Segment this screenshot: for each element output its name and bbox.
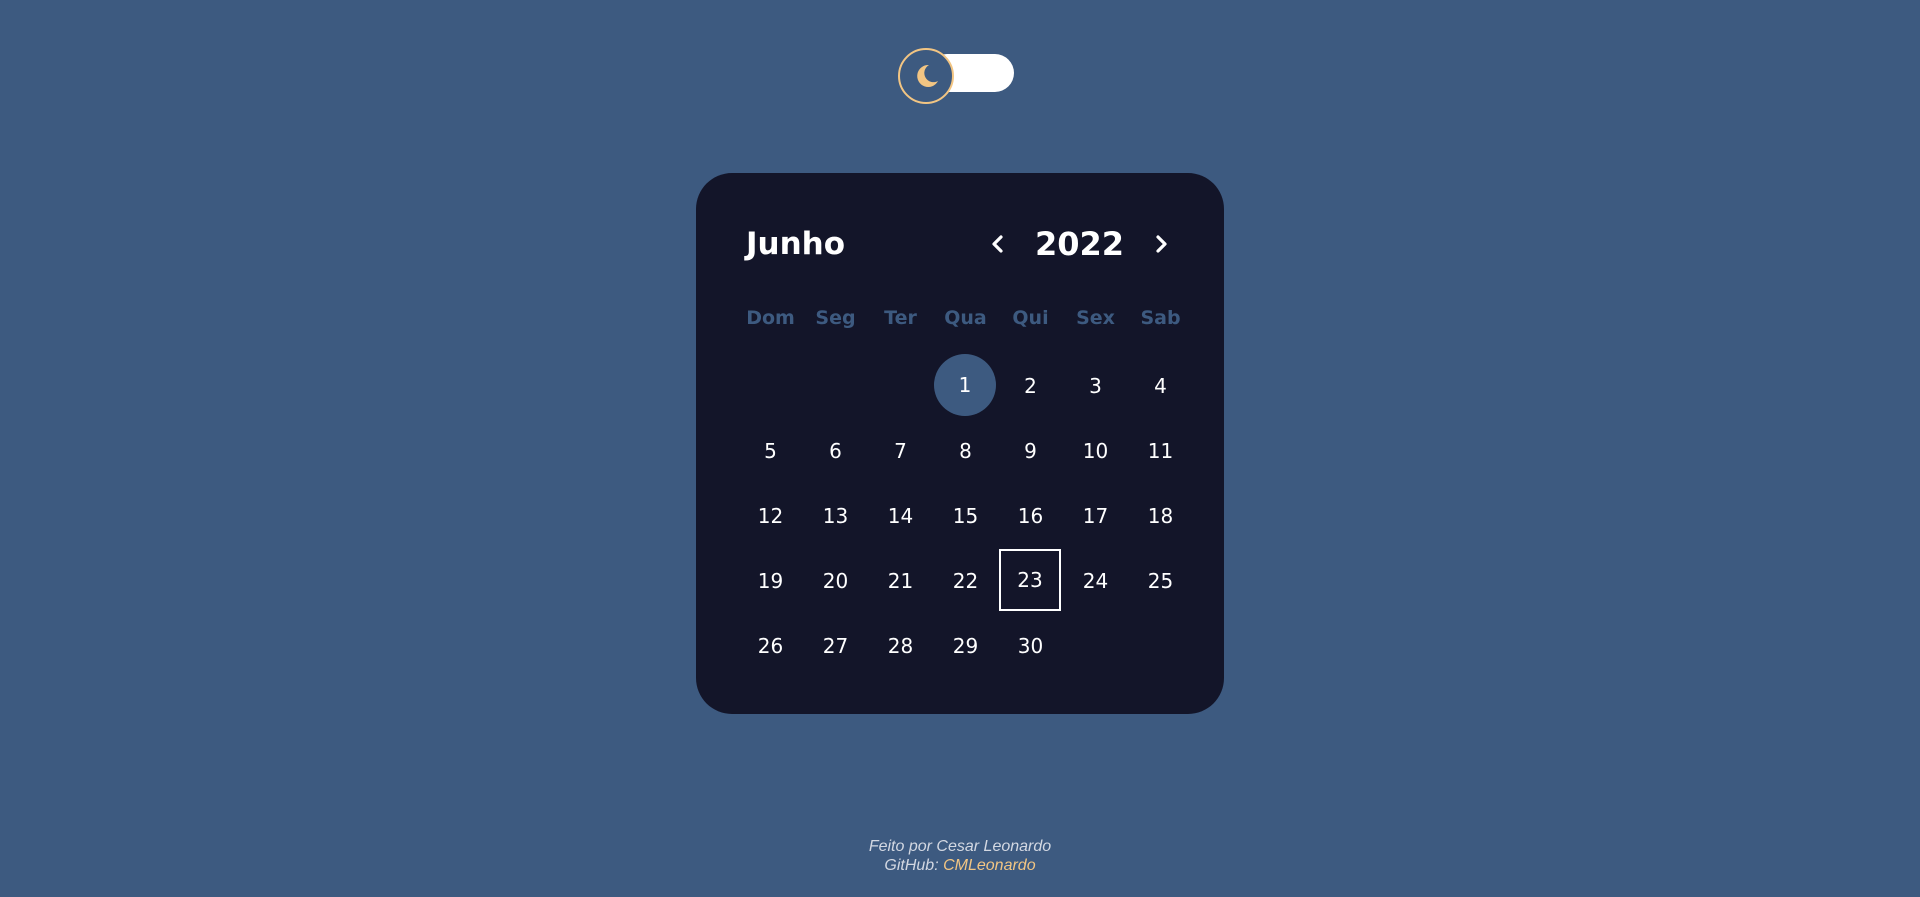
day-cell-empty [738,353,803,418]
weekday-label: Qui [1012,307,1049,329]
days-grid: 1 2 3 4 5 6 7 8 9 10 11 12 13 14 15 16 17 18 19 20 21 22 23 24 2… [738,353,1193,678]
weekday-label: Qua [944,307,987,329]
day-cell[interactable]: 11 [1128,418,1193,483]
day-cell[interactable]: 22 [933,548,998,613]
github-label: GitHub: [884,857,939,874]
day-cell[interactable]: 3 [1063,353,1128,418]
theme-toggle[interactable] [898,48,1016,108]
weekday-label: Sab [1140,307,1181,329]
day-cell-empty [803,353,868,418]
day-cell[interactable]: 12 [738,483,803,548]
day-cell[interactable]: 14 [868,483,933,548]
day-cell[interactable]: 25 [1128,548,1193,613]
calendar-header: Junho 2022 [746,221,1176,267]
day-cell[interactable]: 19 [738,548,803,613]
chevron-left-icon [992,235,1003,253]
weekday-label: Sex [1076,307,1115,329]
day-cell[interactable]: 20 [803,548,868,613]
weekday-label: Seg [815,307,856,329]
day-cell[interactable]: 21 [868,548,933,613]
day-cell[interactable]: 16 [998,483,1063,548]
day-cell[interactable]: 30 [998,613,1063,678]
day-cell[interactable]: 15 [933,483,998,548]
weekday-label: Dom [746,307,795,329]
day-cell[interactable]: 28 [868,613,933,678]
day-cell[interactable]: 2 [998,353,1063,418]
day-cell[interactable]: 29 [933,613,998,678]
footer-credit: Feito por Cesar Leonardo [868,838,1052,855]
github-link[interactable]: CMLeonardo [943,857,1036,874]
prev-year-button[interactable] [983,221,1013,267]
day-cell[interactable]: 9 [998,418,1063,483]
day-cell[interactable]: 7 [868,418,933,483]
day-cell[interactable]: 5 [738,418,803,483]
chevron-right-icon [1156,235,1167,253]
day-cell-empty [868,353,933,418]
year-label: 2022 [1034,225,1124,263]
year-navigation: 2022 [983,221,1176,267]
weekday-header: Dom Seg Ter Qua Qui Sex Sab [738,307,1193,329]
day-cell-selected[interactable]: 1 [934,354,996,416]
day-cell[interactable]: 6 [803,418,868,483]
moon-icon [917,64,938,87]
day-cell[interactable]: 10 [1063,418,1128,483]
toggle-knob[interactable] [898,48,954,104]
day-cell[interactable]: 17 [1063,483,1128,548]
footer-github: GitHub: CMLeonardo [0,856,1920,875]
day-cell[interactable]: 24 [1063,548,1128,613]
day-cell[interactable]: 13 [803,483,868,548]
day-cell-today[interactable]: 23 [999,549,1061,611]
day-cell[interactable]: 4 [1128,353,1193,418]
footer: Feito por Cesar Leonardo GitHub: CMLeona… [0,837,1920,875]
calendar-card: Junho 2022 Dom Seg Ter Qua Qui Sex Sab 1… [696,173,1224,714]
next-year-button[interactable] [1146,221,1176,267]
day-cell[interactable]: 8 [933,418,998,483]
month-label: Junho [746,226,846,262]
day-cell[interactable]: 18 [1128,483,1193,548]
day-cell[interactable]: 26 [738,613,803,678]
day-cell[interactable]: 27 [803,613,868,678]
weekday-label: Ter [884,307,917,329]
